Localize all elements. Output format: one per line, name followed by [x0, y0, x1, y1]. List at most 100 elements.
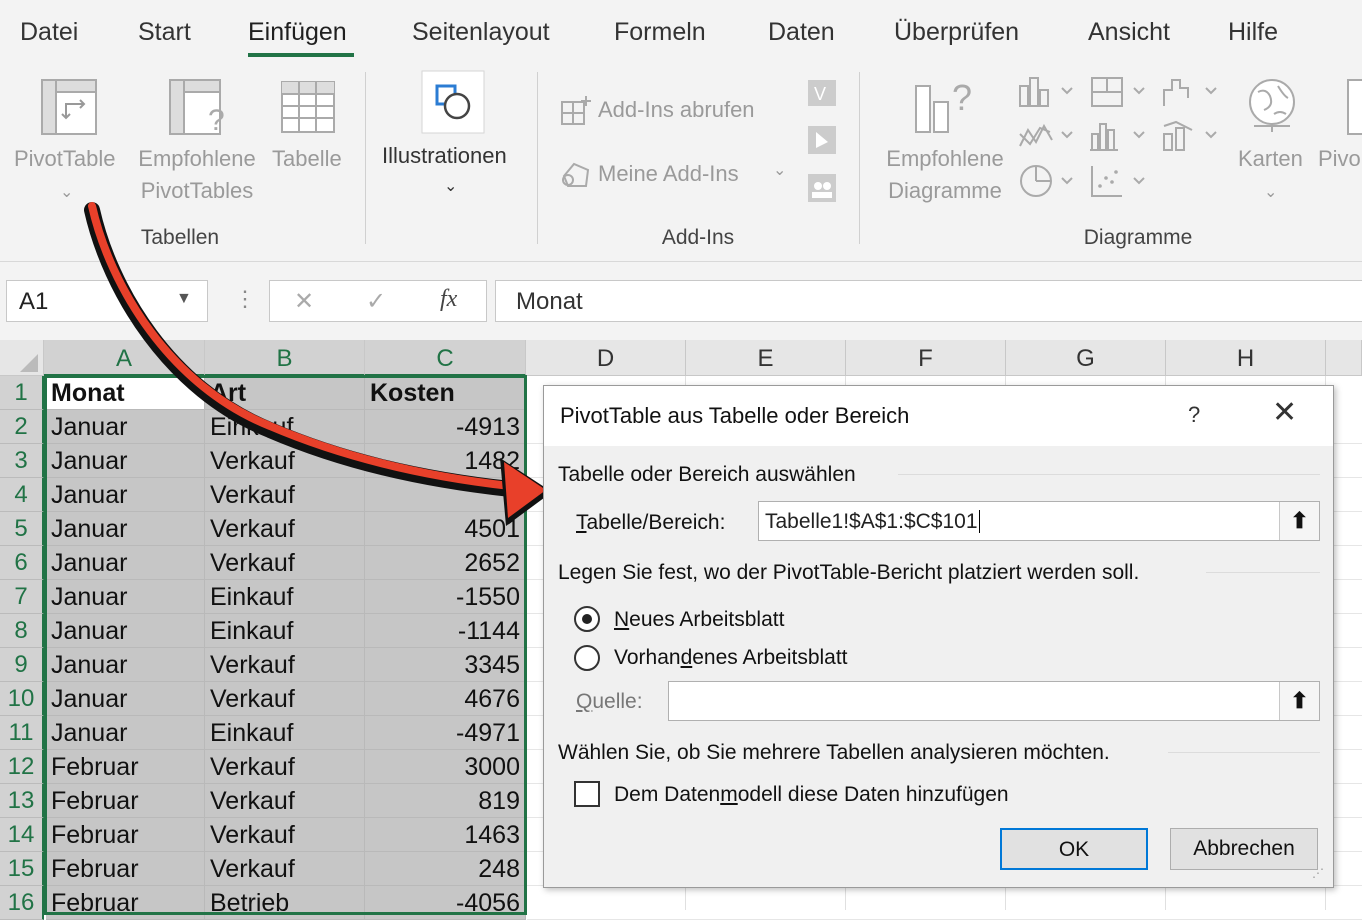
table-cell[interactable]: Januar: [46, 580, 205, 614]
row-header[interactable]: 15: [0, 852, 44, 886]
row-header[interactable]: 7: [0, 580, 44, 614]
column-header-h[interactable]: H: [1166, 340, 1326, 376]
table-cell[interactable]: Verkauf: [205, 682, 365, 716]
cell-a1[interactable]: Monat: [46, 376, 205, 410]
line-chart-icon[interactable]: [1018, 120, 1076, 152]
cancel-icon[interactable]: ✕: [294, 287, 314, 316]
row-header[interactable]: 9: [0, 648, 44, 682]
tab-formeln[interactable]: Formeln: [614, 18, 706, 47]
collapse-dialog-icon[interactable]: ⬆: [1279, 502, 1319, 540]
table-cell[interactable]: Januar: [46, 682, 205, 716]
datamodel-checkbox[interactable]: [574, 781, 600, 807]
close-icon[interactable]: ✕: [1272, 398, 1297, 428]
table-cell[interactable]: Verkauf: [205, 444, 365, 478]
row-header[interactable]: 3: [0, 444, 44, 478]
column-header-d[interactable]: D: [526, 340, 686, 376]
row-header[interactable]: 1: [0, 376, 44, 410]
cell-c1[interactable]: Kosten: [365, 376, 526, 410]
radio-existing-worksheet[interactable]: [574, 645, 600, 671]
table-cell[interactable]: Verkauf: [205, 852, 365, 886]
tab-seitenlayout[interactable]: Seitenlayout: [412, 18, 550, 47]
table-cell[interactable]: -1550: [365, 580, 526, 614]
table-cell[interactable]: Januar: [46, 512, 205, 546]
row-header[interactable]: 4: [0, 478, 44, 512]
column-header-c[interactable]: C: [365, 340, 526, 376]
table-cell[interactable]: Februar: [46, 852, 205, 886]
radio-new-worksheet-label[interactable]: Neues Arbeitsblatt: [614, 608, 784, 632]
table-cell[interactable]: 2652: [365, 546, 526, 580]
row-header[interactable]: 8: [0, 614, 44, 648]
table-cell[interactable]: Verkauf: [205, 648, 365, 682]
table-cell[interactable]: Verkauf: [205, 784, 365, 818]
row-header[interactable]: 5: [0, 512, 44, 546]
table-cell[interactable]: Verkauf: [205, 478, 365, 512]
table-cell[interactable]: Januar: [46, 614, 205, 648]
scatter-chart-icon[interactable]: [1090, 164, 1148, 198]
select-all-corner[interactable]: [0, 340, 44, 376]
table-cell[interactable]: Verkauf: [205, 512, 365, 546]
table-cell[interactable]: Januar: [46, 444, 205, 478]
column-header-a[interactable]: A: [44, 340, 205, 376]
table-cell[interactable]: Februar: [46, 818, 205, 852]
table-cell[interactable]: Einkauf: [205, 580, 365, 614]
table-cell[interactable]: Einkauf: [205, 716, 365, 750]
insert-function-icon[interactable]: fx: [440, 286, 457, 313]
column-header-i[interactable]: [1326, 340, 1362, 376]
column-header-e[interactable]: E: [686, 340, 846, 376]
table-cell[interactable]: Betrieb: [205, 886, 365, 920]
tab-hilfe[interactable]: Hilfe: [1228, 18, 1278, 47]
table-cell[interactable]: Januar: [46, 410, 205, 444]
column-chart-icon[interactable]: [1018, 76, 1076, 108]
table-cell[interactable]: Februar: [46, 750, 205, 784]
help-icon[interactable]: ?: [1188, 402, 1200, 428]
pie-chart-icon[interactable]: [1018, 164, 1076, 198]
combo-chart-icon[interactable]: [1162, 120, 1220, 152]
tab-ansicht[interactable]: Ansicht: [1088, 18, 1170, 47]
table-cell[interactable]: Verkauf: [205, 818, 365, 852]
hierarchy-chart-icon[interactable]: [1090, 76, 1148, 108]
collapse-dialog-icon[interactable]: ⬆: [1279, 682, 1319, 720]
column-header-b[interactable]: B: [205, 340, 365, 376]
table-cell[interactable]: Einkauf: [205, 410, 365, 444]
table-cell[interactable]: Januar: [46, 546, 205, 580]
table-cell[interactable]: [365, 478, 526, 512]
cell-b1[interactable]: Art: [205, 376, 365, 410]
cancel-button[interactable]: Abbrechen: [1170, 828, 1318, 870]
table-cell[interactable]: 1482: [365, 444, 526, 478]
table-cell[interactable]: 3345: [365, 648, 526, 682]
table-cell[interactable]: Einkauf: [205, 614, 365, 648]
table-cell[interactable]: 1463: [365, 818, 526, 852]
table-cell[interactable]: Februar: [46, 784, 205, 818]
table-cell[interactable]: Januar: [46, 648, 205, 682]
table-cell[interactable]: -4056: [365, 886, 526, 920]
table-cell[interactable]: 3000: [365, 750, 526, 784]
table-cell[interactable]: -4971: [365, 716, 526, 750]
table-cell[interactable]: Verkauf: [205, 750, 365, 784]
tab-datei[interactable]: Datei: [20, 18, 78, 47]
tab-daten[interactable]: Daten: [768, 18, 835, 47]
row-header[interactable]: 2: [0, 410, 44, 444]
table-cell[interactable]: Verkauf: [205, 546, 365, 580]
table-cell[interactable]: 819: [365, 784, 526, 818]
people-graph-icon[interactable]: [806, 172, 838, 204]
tab-ueberpruefen[interactable]: Überprüfen: [894, 18, 1019, 47]
table-cell[interactable]: 4501: [365, 512, 526, 546]
bing-maps-icon[interactable]: [806, 124, 838, 156]
table-cell[interactable]: Februar: [46, 886, 205, 920]
datamodel-label[interactable]: Dem Datenmodell diese Daten hinzufügen: [614, 783, 1009, 807]
table-cell[interactable]: 4676: [365, 682, 526, 716]
row-header[interactable]: 12: [0, 750, 44, 784]
visio-icon[interactable]: V: [806, 78, 838, 108]
row-header[interactable]: 14: [0, 818, 44, 852]
table-cell[interactable]: -4913: [365, 410, 526, 444]
row-header[interactable]: 11: [0, 716, 44, 750]
confirm-icon[interactable]: ✓: [366, 287, 386, 316]
row-header[interactable]: 10: [0, 682, 44, 716]
table-cell[interactable]: 248: [365, 852, 526, 886]
tab-start[interactable]: Start: [138, 18, 191, 47]
row-header[interactable]: 13: [0, 784, 44, 818]
source-input[interactable]: ⬆: [668, 681, 1320, 721]
ok-button[interactable]: OK: [1000, 828, 1148, 870]
waterfall-chart-icon[interactable]: [1162, 76, 1220, 108]
row-header[interactable]: 6: [0, 546, 44, 580]
